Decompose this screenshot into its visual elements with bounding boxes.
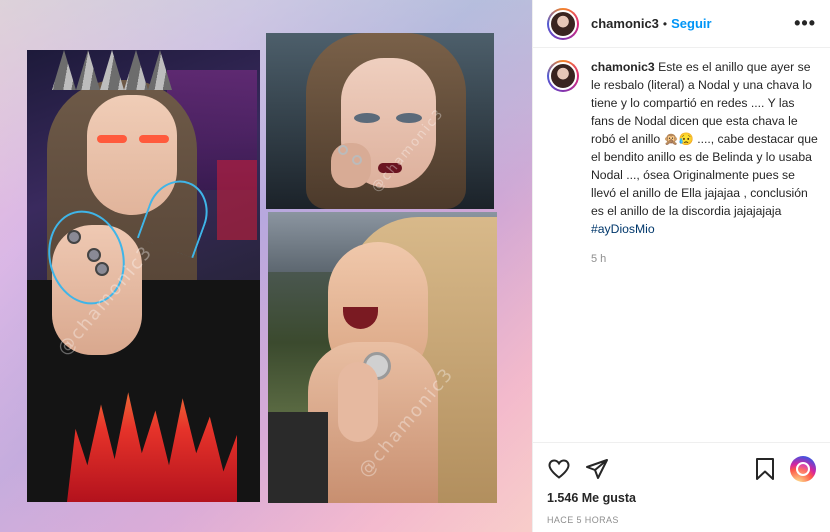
collage-photo-top-right: @chamonic3 [266,33,494,209]
separator-dot: • [662,16,668,31]
caption-username[interactable]: chamonic3 [591,60,655,74]
caption-text: Este es el anillo que ayer se le resbalo… [591,60,818,218]
more-options-icon[interactable]: ••• [794,13,816,34]
post-caption: chamonic3 Este es el anillo que ayer se … [547,58,820,268]
post-header: chamonic3 • Seguir ••• [533,0,830,48]
likes-count[interactable]: 1.546 Me gusta [547,491,816,505]
collage-photo-bottom-right: @chamonic3 [268,212,497,503]
post-image[interactable]: @chamonic3 @chamonic3 @chamonic3 [0,0,532,532]
hashtag-link[interactable]: #ayDiosMio [591,222,655,236]
post-sidebar: chamonic3 • Seguir ••• chamonic3 Este es… [532,0,830,532]
avatar[interactable] [547,7,579,40]
extension-icon[interactable] [790,456,816,482]
post-timestamp: HACE 5 HORAS [547,515,619,525]
collage-photo-left: @chamonic3 [27,50,260,502]
heart-icon[interactable] [547,457,571,481]
share-icon[interactable] [585,457,609,481]
comments-section: chamonic3 Este es el anillo que ayer se … [547,58,820,438]
bookmark-icon[interactable] [754,457,776,481]
caption-avatar[interactable] [547,60,579,92]
caption-timestamp[interactable]: 5 h [591,250,819,268]
follow-button[interactable]: Seguir [671,16,711,31]
action-bar: 1.546 Me gusta HACE 5 HORAS [533,442,830,525]
header-username[interactable]: chamonic3 [591,16,659,31]
